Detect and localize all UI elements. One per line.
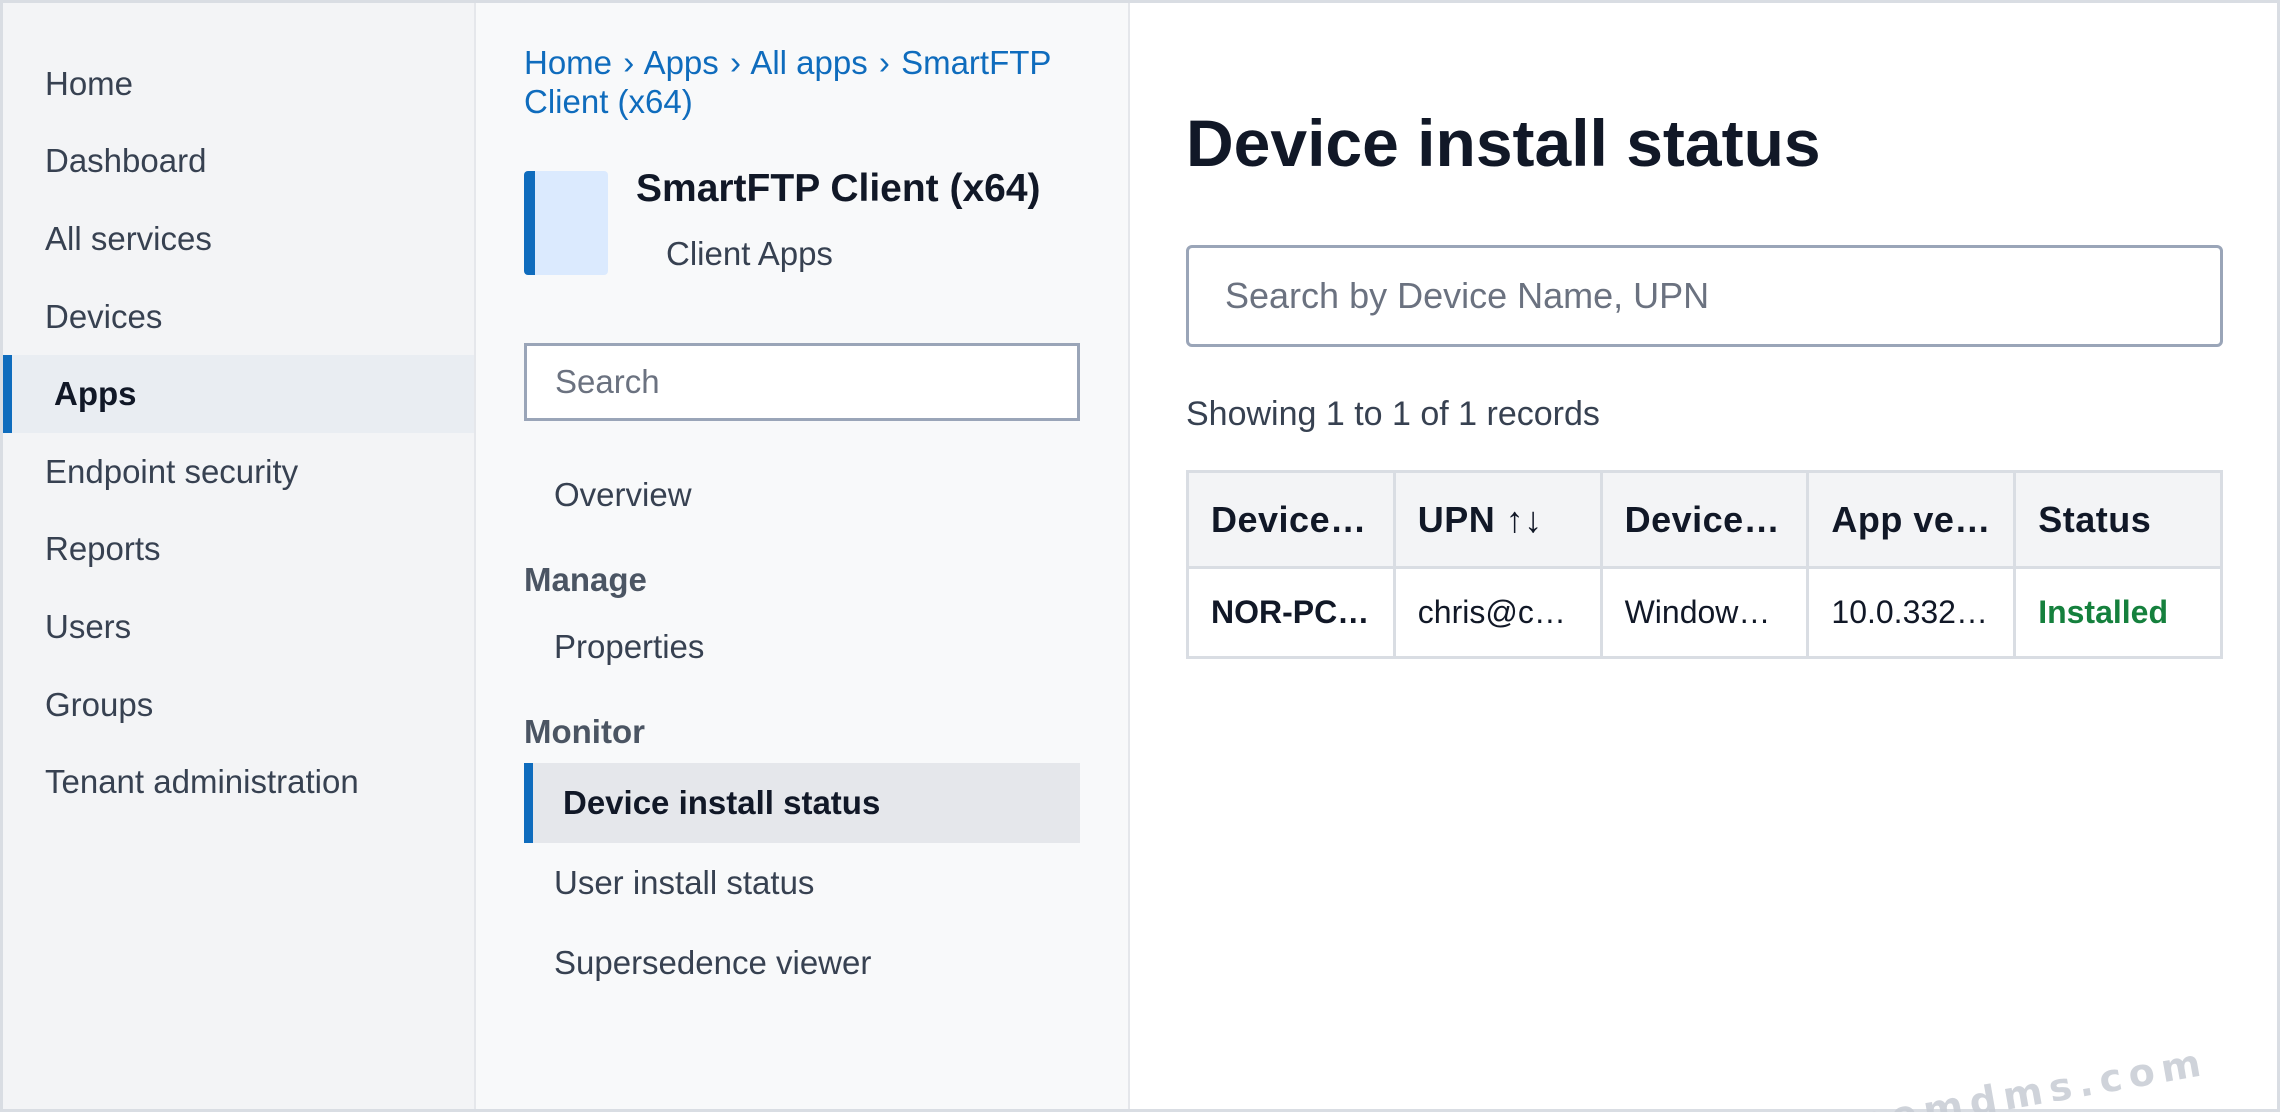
column-header-platform[interactable]: Device…	[1599, 470, 1810, 569]
breadcrumb-apps[interactable]: Apps	[644, 44, 719, 81]
cell-app-version: 10.0.332…	[1806, 566, 2017, 659]
page-title: Device install status	[1186, 106, 1821, 180]
nav-item-reports[interactable]: Reports	[3, 511, 474, 589]
app-blade: Home › Apps › All apps › SmartFTP Client…	[476, 3, 1130, 1109]
menu-section-manage: Manage	[524, 561, 647, 598]
breadcrumb: Home › Apps › All apps › SmartFTP Client…	[524, 43, 1080, 121]
menu-item-user-install-status[interactable]: User install status	[524, 843, 1080, 923]
nav-item-home[interactable]: Home	[3, 45, 474, 123]
menu-item-overview[interactable]: Overview	[524, 455, 1080, 535]
nav-item-users[interactable]: Users	[3, 588, 474, 666]
blade-menu: Overview Manage Properties Monitor Devic…	[524, 455, 1080, 1003]
menu-item-properties[interactable]: Properties	[524, 607, 1080, 687]
nav-item-all-services[interactable]: All services	[3, 200, 474, 278]
menu-section-monitor: Monitor	[524, 713, 645, 750]
nav-item-groups[interactable]: Groups	[3, 666, 474, 744]
blade-search-input[interactable]	[524, 343, 1080, 421]
breadcrumb-separator: ›	[729, 44, 741, 81]
breadcrumb-separator: ›	[878, 44, 890, 81]
nav-item-endpoint-security[interactable]: Endpoint security	[3, 433, 474, 511]
column-header-app-version[interactable]: App ve…	[1806, 470, 2017, 569]
nav-item-apps[interactable]: Apps	[3, 355, 474, 433]
nav-item-tenant-administration[interactable]: Tenant administration	[3, 743, 474, 821]
left-nav: Home Dashboard All services Devices Apps…	[3, 3, 476, 1109]
column-header-status[interactable]: Status	[2013, 470, 2223, 569]
breadcrumb-home[interactable]: Home	[524, 44, 612, 81]
table-header-row: Device… UPN ↑↓ Device… App ve… Status	[1186, 470, 2223, 569]
records-count: Showing 1 to 1 of 1 records	[1186, 395, 1600, 433]
cell-platform: Windows…	[1599, 566, 1810, 659]
device-status-table: Device… UPN ↑↓ Device… App ve… Status NO…	[1186, 470, 2223, 659]
app-window: Home Dashboard All services Devices Apps…	[0, 0, 2280, 1112]
column-header-upn[interactable]: UPN ↑↓	[1392, 470, 1603, 569]
menu-item-device-install-status[interactable]: Device install status	[524, 763, 1080, 843]
menu-item-supersedence-viewer[interactable]: Supersedence viewer	[524, 923, 1080, 1003]
device-search-input[interactable]	[1186, 245, 2223, 347]
nav-item-dashboard[interactable]: Dashboard	[3, 123, 474, 201]
main-content: Device install status Showing 1 to 1 of …	[1130, 3, 2277, 1112]
watermark: intunemdms.com	[1742, 1039, 2211, 1112]
app-title: SmartFTP Client (x64)	[636, 167, 1041, 210]
column-header-device-name[interactable]: Device…	[1186, 470, 1396, 569]
app-subtitle: Client Apps	[666, 235, 833, 272]
nav-item-devices[interactable]: Devices	[3, 278, 474, 356]
cell-status: Installed	[2013, 566, 2223, 659]
breadcrumb-separator: ›	[623, 44, 635, 81]
app-header: SmartFTP Client (x64) Client Apps	[524, 167, 1080, 275]
app-icon	[524, 171, 608, 275]
breadcrumb-all-apps[interactable]: All apps	[750, 44, 867, 81]
cell-upn: chris@c…	[1392, 566, 1603, 659]
app-titles: SmartFTP Client (x64) Client Apps	[636, 167, 1041, 275]
table-row[interactable]: NOR-PC… chris@c… Windows… 10.0.332… Inst…	[1186, 566, 2223, 659]
cell-device-name[interactable]: NOR-PC…	[1186, 566, 1396, 659]
